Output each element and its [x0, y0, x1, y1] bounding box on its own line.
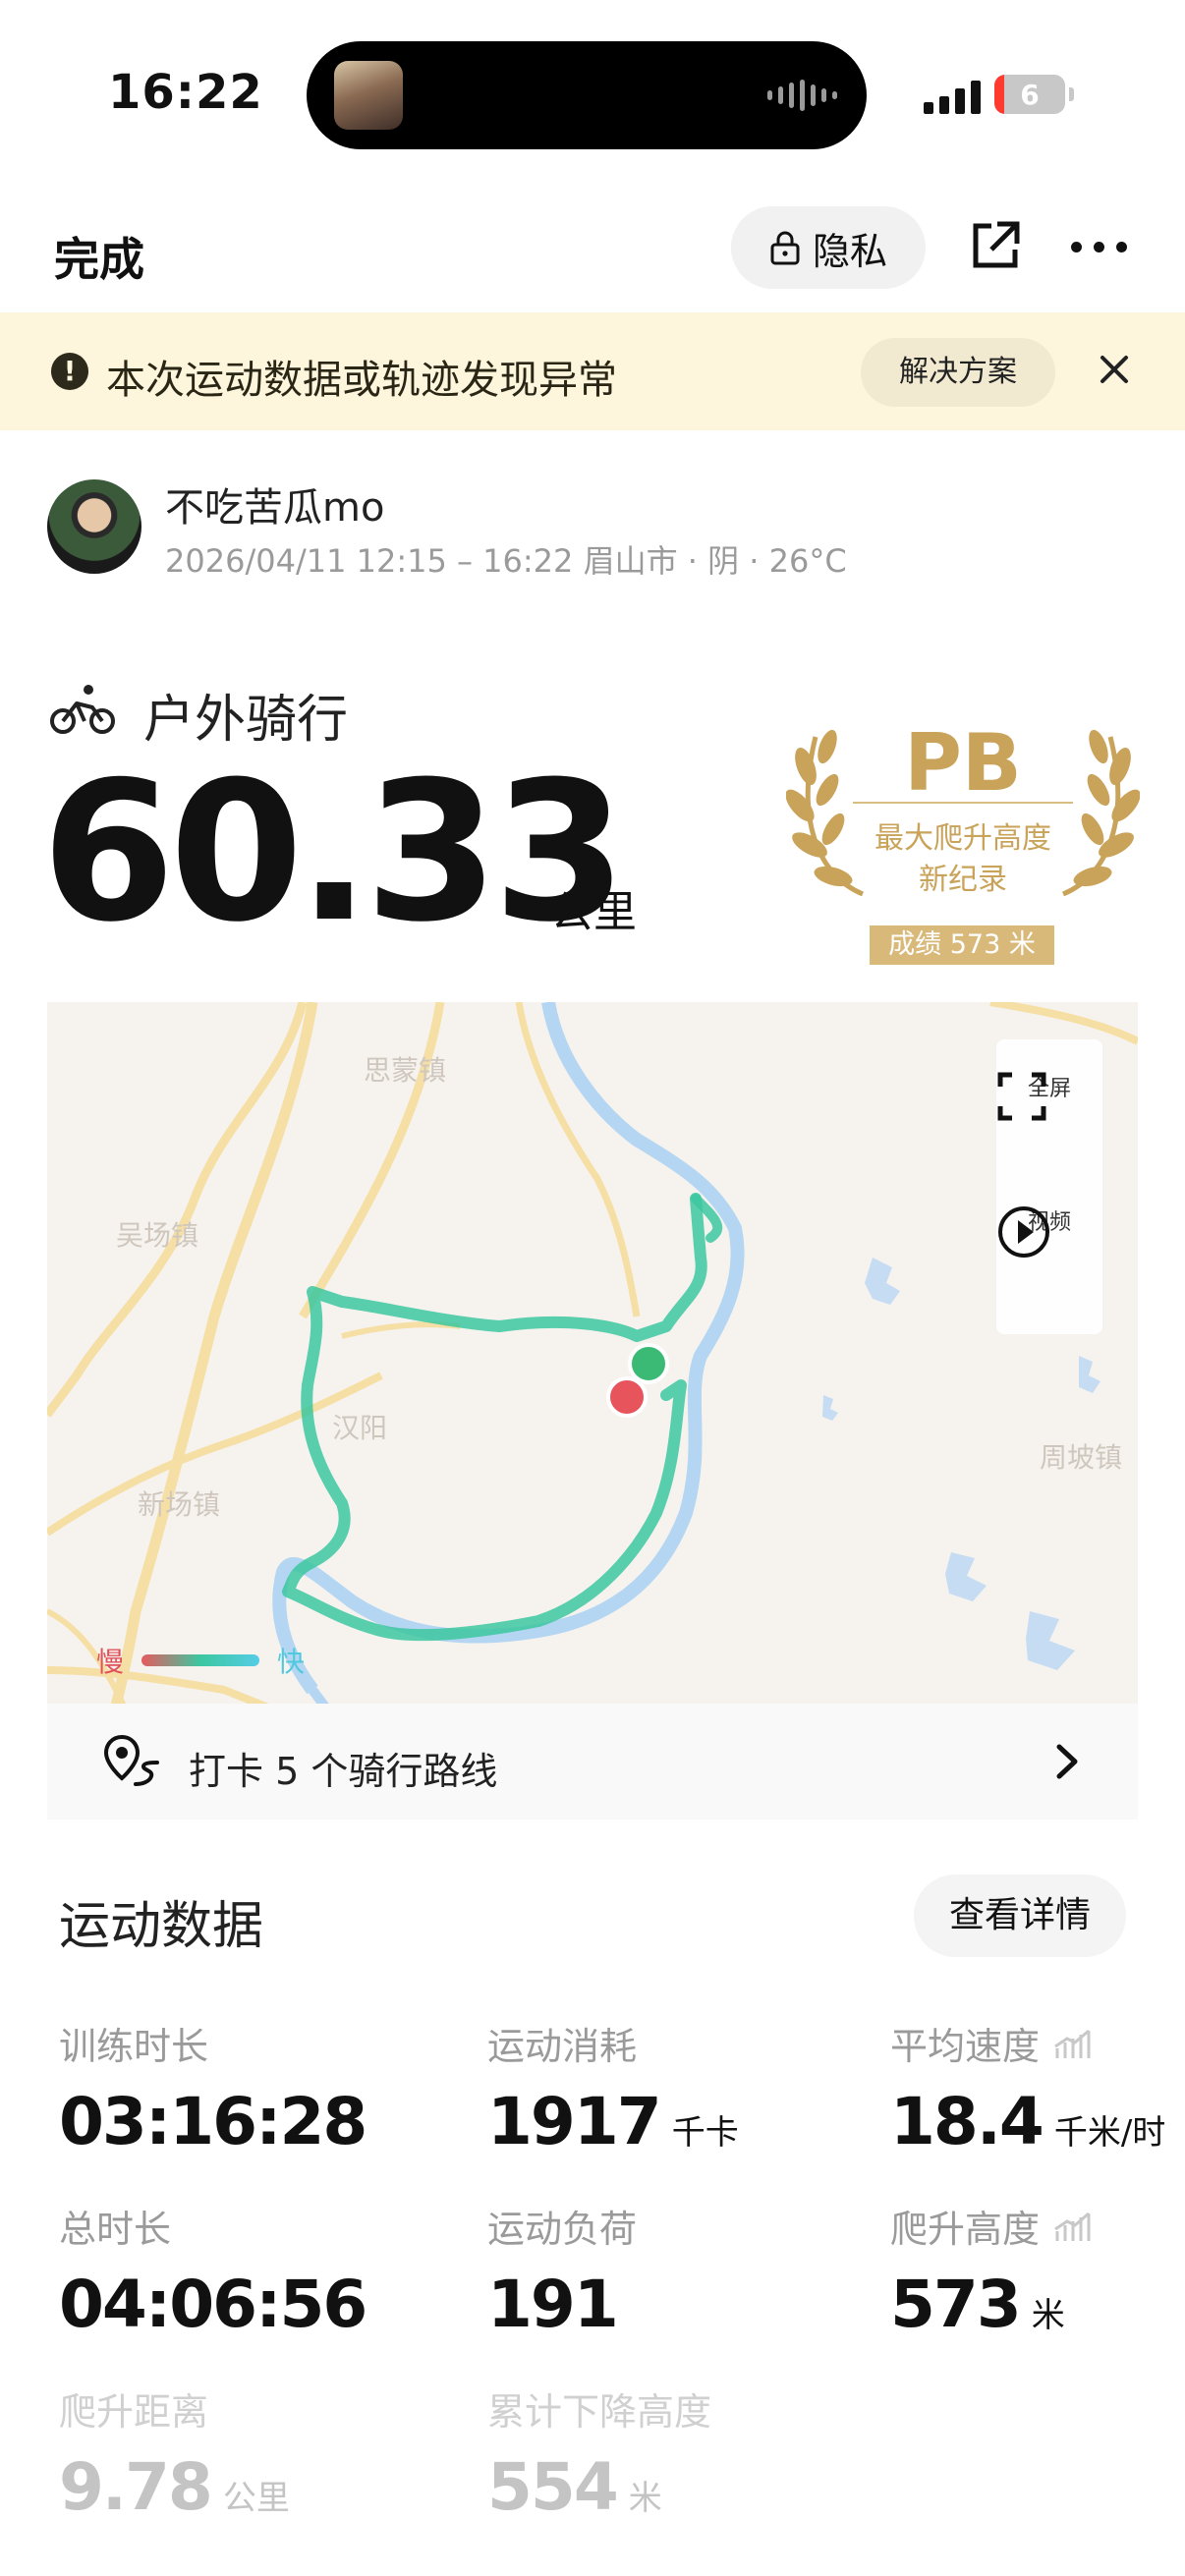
fullscreen-icon: [997, 1072, 1046, 1121]
pb-record-label: 新纪录: [919, 863, 1007, 897]
stat-training-load: 运动负荷 191: [487, 2199, 637, 2342]
route-pin-icon: [103, 1734, 159, 1786]
map-label: 新场镇: [138, 1488, 221, 1521]
audio-wave-icon: [767, 79, 837, 112]
stat-value: 1917: [487, 2084, 662, 2159]
map-label: 汉阳: [332, 1412, 388, 1444]
stat-elevation-gain: 爬升高度 573 米: [890, 2199, 1093, 2342]
battery-level: 6: [1020, 79, 1040, 111]
stat-unit: 米: [628, 2479, 662, 2518]
share-icon[interactable]: [968, 218, 1023, 273]
stat-value: 18.4: [890, 2084, 1044, 2159]
avatar[interactable]: [47, 479, 141, 574]
view-details-button[interactable]: 查看详情: [914, 1875, 1126, 1957]
stat-value: 03:16:28: [59, 2084, 367, 2159]
trend-chart-icon[interactable]: [1053, 2210, 1093, 2243]
distance-value: 60.33: [41, 741, 627, 965]
activity-meta: 2026/04/11 12:15 – 16:22 眉山市 · 阴 · 26°C: [165, 542, 847, 580]
stat-value: 573: [890, 2267, 1022, 2342]
checkin-text: 打卡 5 个骑行路线: [189, 1750, 498, 1793]
map-label: 思蒙镇: [364, 1054, 447, 1087]
map-canvas: [47, 1002, 1138, 1820]
lock-icon: [770, 231, 800, 265]
signal-icon: [924, 79, 981, 114]
start-marker: [628, 1343, 669, 1384]
close-icon[interactable]: [1093, 348, 1136, 391]
stat-label: 运动负荷: [487, 2208, 638, 2251]
status-time: 16:22: [108, 65, 263, 120]
pb-badge[interactable]: PB 最大爬升高度 新纪录 成绩 573 米: [786, 707, 1140, 973]
pb-result: 成绩 573 米: [870, 925, 1054, 965]
video-button[interactable]: 视频: [996, 1204, 1102, 1258]
map-tools: 全屏 视频: [996, 1039, 1102, 1334]
cycling-icon: [50, 685, 115, 734]
stat-total-descent: 累计下降高度 554 米: [487, 2381, 711, 2525]
nav-bar: 完成 隐私: [0, 196, 1185, 305]
anomaly-alert-banner: ! 本次运动数据或轨迹发现异常 解决方案: [0, 312, 1185, 430]
stat-value: 9.78: [59, 2449, 213, 2525]
stat-value: 191: [487, 2267, 619, 2342]
warning-icon: !: [51, 353, 88, 390]
stat-avg-speed: 平均速度 18.4 千米/时: [890, 2016, 1165, 2159]
privacy-label: 隐私: [812, 229, 887, 273]
dynamic-island[interactable]: [307, 41, 867, 149]
play-icon: [998, 1206, 1049, 1258]
done-button[interactable]: 完成: [54, 224, 144, 289]
status-bar: 16:22 6: [0, 0, 1185, 187]
route-checkin-row[interactable]: 打卡 5 个骑行路线: [47, 1704, 1138, 1820]
stat-unit: 公里: [222, 2479, 290, 2518]
stat-unit: 米: [1031, 2296, 1065, 2335]
pb-title: PB: [904, 717, 1022, 809]
battery-icon: 6: [994, 75, 1065, 114]
stat-value: 554: [487, 2449, 619, 2525]
stats-section-title: 运动数据: [59, 1897, 264, 1956]
stat-unit: 千卡: [671, 2113, 739, 2153]
stat-climb-distance: 爬升距离 9.78 公里: [59, 2381, 290, 2525]
speed-gradient-bar: [141, 1654, 260, 1666]
stat-label: 爬升高度: [890, 2208, 1041, 2251]
stat-value: 04:06:56: [59, 2267, 367, 2342]
stat-training-duration: 训练时长 03:16:28: [59, 2016, 367, 2159]
trend-chart-icon[interactable]: [1053, 2027, 1093, 2060]
alert-message: 本次运动数据或轨迹发现异常: [106, 358, 617, 403]
more-icon[interactable]: [1071, 242, 1127, 252]
pb-record-type: 最大爬升高度: [875, 821, 1051, 856]
speed-legend: 慢 快: [96, 1641, 305, 1680]
stat-calories: 运动消耗 1917 千卡: [487, 2016, 739, 2159]
stat-label: 累计下降高度: [487, 2390, 712, 2434]
stat-label: 运动消耗: [487, 2025, 638, 2068]
distance-unit: 公里: [550, 887, 637, 937]
legend-slow: 慢: [96, 1646, 125, 1678]
map-label: 吴场镇: [116, 1219, 199, 1252]
legend-fast: 快: [277, 1646, 306, 1678]
privacy-button[interactable]: 隐私: [731, 206, 926, 289]
map-label: 周坡镇: [1040, 1441, 1123, 1474]
stat-label: 平均速度: [890, 2025, 1041, 2068]
solution-button[interactable]: 解决方案: [861, 338, 1055, 407]
route-map[interactable]: 思蒙镇 吴场镇 新场镇 周坡镇 汉阳 全屏 视频 慢 快: [47, 1002, 1138, 1820]
fullscreen-button[interactable]: 全屏: [996, 1071, 1102, 1121]
stat-label: 训练时长: [59, 2025, 209, 2068]
stat-label: 总时长: [59, 2208, 172, 2251]
stat-unit: 千米/时: [1053, 2113, 1166, 2153]
now-playing-thumbnail: [334, 61, 403, 130]
end-marker: [606, 1376, 648, 1418]
stat-label: 爬升距离: [59, 2390, 209, 2434]
chevron-right-icon: [1056, 1744, 1078, 1779]
stat-total-duration: 总时长 04:06:56: [59, 2199, 367, 2342]
username: 不吃苦瓜mo: [165, 485, 385, 531]
